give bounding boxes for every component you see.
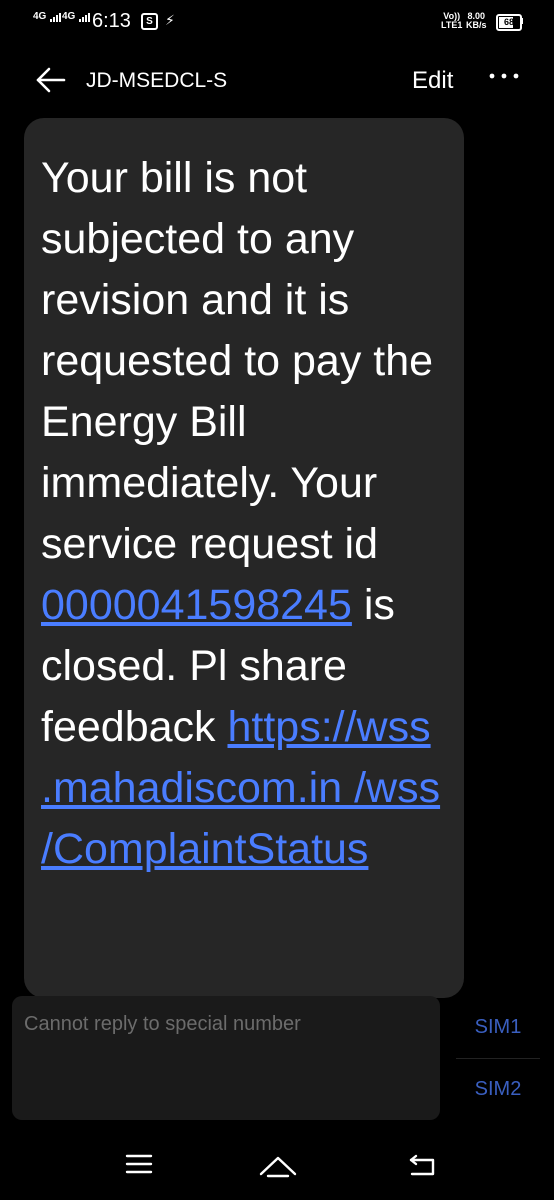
navigation-bar	[0, 1130, 554, 1200]
signal-indicator-2: 4G	[62, 12, 91, 22]
conversation-header: JD-MSEDCL-S Edit	[0, 44, 554, 116]
status-time: 6:13	[92, 10, 131, 32]
reply-input[interactable]	[22, 1008, 426, 1040]
app-notification-icon: S	[141, 13, 158, 30]
volte-line2: LTE1	[441, 20, 463, 30]
arrow-left-icon[interactable]	[34, 66, 66, 94]
sim-selector: SIM1 SIM2	[456, 996, 540, 1120]
status-bar: 4G 4G 6:13 S ⚡ Vo)) LTE1 8.00 KB/s 68	[0, 0, 554, 44]
edit-button[interactable]: Edit	[412, 67, 453, 95]
message-bubble[interactable]: Your bill is not subjected to any revisi…	[24, 118, 464, 998]
network-type-2: 4G	[62, 11, 76, 22]
message-body-part1: Your bill is not subjected to any revisi…	[41, 154, 434, 568]
speed-unit: KB/s	[466, 20, 487, 30]
flash-icon: ⚡	[165, 12, 175, 28]
network-speed: 8.00 KB/s	[466, 12, 487, 30]
signal-indicator-1: 4G	[33, 12, 62, 22]
menu-icon[interactable]	[124, 1152, 154, 1176]
battery-level: 68	[503, 17, 514, 27]
request-id-link[interactable]: 0000041598245	[41, 581, 352, 629]
sim1-send-button[interactable]: SIM1	[456, 996, 540, 1058]
home-icon[interactable]	[258, 1152, 298, 1178]
sim2-send-button[interactable]: SIM2	[456, 1058, 540, 1120]
network-type-1: 4G	[33, 11, 47, 22]
conversation-title: JD-MSEDCL-S	[86, 69, 228, 92]
more-horizontal-icon[interactable]	[486, 66, 522, 86]
battery-icon: 68	[496, 14, 522, 31]
message-text: Your bill is not subjected to any revisi…	[41, 148, 461, 880]
reply-box	[12, 996, 440, 1120]
volte-indicator: Vo)) LTE1	[441, 12, 462, 30]
back-return-icon[interactable]	[406, 1152, 438, 1178]
